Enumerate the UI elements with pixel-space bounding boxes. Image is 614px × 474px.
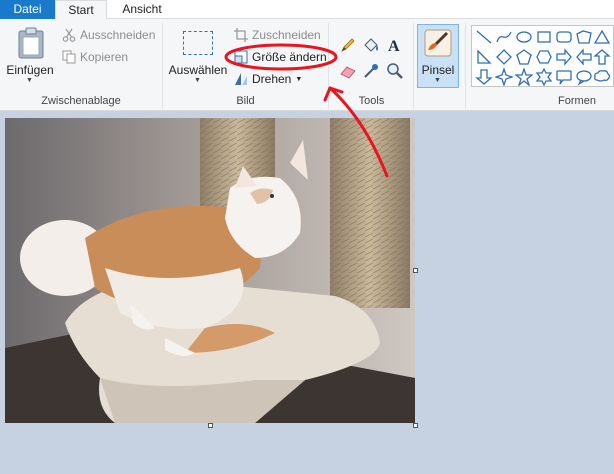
down-arrow-shape-icon[interactable] xyxy=(475,68,493,86)
clipboard-group-label: Zwischenablage xyxy=(41,95,121,107)
rotate-icon xyxy=(235,73,247,85)
brush-button[interactable]: Pinsel ▼ xyxy=(417,24,459,88)
rotate-button[interactable]: Drehen ▼ xyxy=(234,70,302,88)
crop-button[interactable]: Zuschneiden xyxy=(234,26,321,44)
resize-handle-right[interactable] xyxy=(413,268,418,273)
rotate-label: Drehen xyxy=(252,72,292,86)
paste-dropdown-icon[interactable]: ▼ xyxy=(26,77,33,84)
cloud-callout-shape-icon[interactable] xyxy=(593,68,611,86)
brush-label: Pinsel xyxy=(421,63,455,77)
rounded-callout-shape-icon[interactable] xyxy=(555,68,573,86)
crop-icon xyxy=(234,28,248,42)
select-dropdown-icon[interactable]: ▼ xyxy=(194,77,201,84)
select-button[interactable]: Auswählen ▼ xyxy=(168,25,228,87)
oval-shape-icon[interactable] xyxy=(515,28,533,46)
color-picker-icon[interactable] xyxy=(362,62,380,80)
polygon-shape-icon[interactable] xyxy=(575,28,593,46)
resize-handle-bottom[interactable] xyxy=(208,423,213,428)
file-tab[interactable]: Datei xyxy=(0,0,55,19)
cut-label: Ausschneiden xyxy=(80,28,156,42)
brush-icon xyxy=(424,29,452,57)
clipboard-icon xyxy=(18,27,44,59)
paste-label: Einfügen xyxy=(6,63,54,77)
left-arrow-shape-icon[interactable] xyxy=(575,48,593,66)
paste-button[interactable]: Einfügen ▼ xyxy=(4,25,56,85)
four-point-star-shape-icon[interactable] xyxy=(495,68,513,86)
magnifier-icon[interactable] xyxy=(386,62,404,80)
pencil-icon[interactable] xyxy=(339,36,357,54)
shapes-gallery xyxy=(471,25,614,87)
rotate-dropdown-icon[interactable]: ▼ xyxy=(295,76,302,83)
fill-icon[interactable] xyxy=(362,36,380,54)
text-icon[interactable]: A xyxy=(386,36,404,54)
tab-view[interactable]: Ansicht xyxy=(110,0,174,20)
rounded-rectangle-shape-icon[interactable] xyxy=(555,28,573,46)
tools-group-label: Tools xyxy=(358,95,385,107)
resize-icon xyxy=(234,50,248,64)
copy-label: Kopieren xyxy=(80,50,129,64)
selection-icon xyxy=(183,31,213,55)
brush-dropdown-icon[interactable]: ▼ xyxy=(434,77,441,84)
cat-photo[interactable] xyxy=(5,118,415,423)
ribbon: Einfügen ▼ Ausschneiden Kopieren Zwische… xyxy=(0,19,614,111)
menu-tab-bar: Datei Start Ansicht xyxy=(0,0,614,20)
group-divider xyxy=(465,23,466,109)
resize-button[interactable]: Größe ändern xyxy=(234,48,327,66)
svg-text:A: A xyxy=(388,38,400,54)
scissors-icon xyxy=(62,28,76,42)
cat-image xyxy=(5,118,415,423)
copy-icon xyxy=(62,50,76,64)
diamond-shape-icon[interactable] xyxy=(495,48,513,66)
shapes-group-label: Formen xyxy=(558,95,596,107)
resize-handle-corner[interactable] xyxy=(413,423,418,428)
group-divider xyxy=(413,23,414,109)
pentagon-shape-icon[interactable] xyxy=(515,48,533,66)
triangle-shape-icon[interactable] xyxy=(593,28,611,46)
image-group-label: Bild xyxy=(236,95,255,107)
crop-label: Zuschneiden xyxy=(252,28,321,42)
six-point-star-shape-icon[interactable] xyxy=(535,68,553,86)
cut-button[interactable]: Ausschneiden xyxy=(62,26,155,44)
rectangle-shape-icon[interactable] xyxy=(535,28,553,46)
up-arrow-shape-icon[interactable] xyxy=(593,48,611,66)
oval-callout-shape-icon[interactable] xyxy=(575,68,593,86)
eraser-icon[interactable] xyxy=(339,62,357,80)
five-point-star-shape-icon[interactable] xyxy=(515,68,533,86)
right-triangle-shape-icon[interactable] xyxy=(475,48,493,66)
curve-shape-icon[interactable] xyxy=(495,28,513,46)
select-label: Auswählen xyxy=(168,63,228,77)
tab-start[interactable]: Start xyxy=(55,0,107,20)
copy-button[interactable]: Kopieren xyxy=(62,48,128,66)
right-arrow-shape-icon[interactable] xyxy=(555,48,573,66)
line-shape-icon[interactable] xyxy=(475,28,493,46)
hexagon-shape-icon[interactable] xyxy=(535,48,553,66)
resize-label: Größe ändern xyxy=(252,50,327,64)
